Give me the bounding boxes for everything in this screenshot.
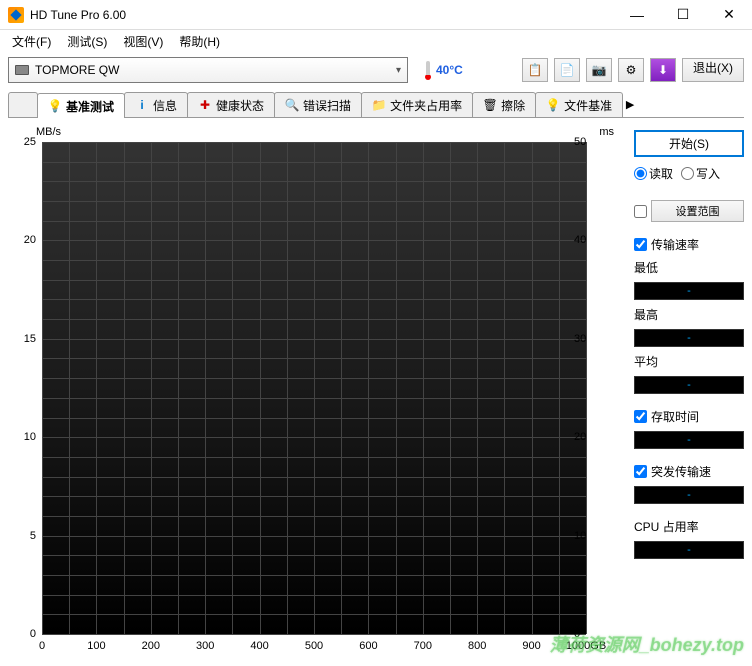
burstrate-checkbox[interactable]	[634, 465, 647, 478]
copy-info-button[interactable]: 📋	[522, 58, 548, 82]
options-button[interactable]: ⚙	[618, 58, 644, 82]
x-tick: 0	[39, 640, 45, 652]
radio-read[interactable]: 读取	[634, 165, 673, 182]
min-label: 最低	[634, 259, 744, 276]
accesstime-value: -	[634, 431, 744, 449]
minimize-button[interactable]: —	[614, 0, 660, 30]
tab-erase[interactable]: 🗑 擦除	[472, 92, 536, 117]
y-right-tick: 30	[574, 333, 592, 345]
disk-icon	[15, 65, 29, 75]
tab-errorscan-label: 错误扫描	[303, 97, 351, 114]
tab-filebench-label: 文件基准	[564, 97, 612, 114]
tabs-more-right[interactable]: ▶	[622, 92, 638, 117]
tab-info-label: 信息	[153, 97, 177, 114]
close-button[interactable]: ✕	[706, 0, 752, 30]
window-title: HD Tune Pro 6.00	[30, 8, 614, 22]
transferrate-label: 传输速率	[651, 236, 699, 253]
menu-help[interactable]: 帮助(H)	[171, 31, 228, 52]
x-tick: 800	[468, 640, 486, 652]
maximize-button[interactable]: ☐	[660, 0, 706, 30]
y-left-tick: 25	[8, 136, 36, 148]
lightbulb-icon: 💡	[546, 98, 560, 112]
benchmark-chart: MB/s ms 0510152025 01020304050 010020030…	[8, 126, 626, 658]
lightbulb-icon: 💡	[48, 99, 62, 113]
menu-test[interactable]: 测试(S)	[59, 31, 115, 52]
tab-errorscan[interactable]: 🔍 错误扫描	[274, 92, 362, 117]
health-icon: ✚	[198, 98, 212, 112]
tab-benchmark[interactable]: 💡 基准测试	[37, 93, 125, 118]
app-icon	[8, 7, 24, 23]
menu-view[interactable]: 视图(V)	[115, 31, 171, 52]
x-tick: 900	[522, 640, 540, 652]
y-right-tick: 10	[574, 530, 592, 542]
tab-health[interactable]: ✚ 健康状态	[187, 92, 275, 117]
accesstime-checkbox[interactable]	[634, 410, 647, 423]
tab-folderusage-label: 文件夹占用率	[390, 97, 462, 114]
y-left-tick: 5	[8, 530, 36, 542]
tab-filebench[interactable]: 💡 文件基准	[535, 92, 623, 117]
avg-label: 平均	[634, 353, 744, 370]
tab-benchmark-label: 基准测试	[66, 98, 114, 115]
min-value: -	[634, 282, 744, 300]
y-left-tick: 15	[8, 333, 36, 345]
info-icon: i	[135, 98, 149, 112]
folder-icon: 📁	[372, 98, 386, 112]
magnifier-icon: 🔍	[285, 98, 299, 112]
tab-folderusage[interactable]: 📁 文件夹占用率	[361, 92, 473, 117]
copy-screenshot-button[interactable]: 📄	[554, 58, 580, 82]
y-right-tick: 20	[574, 431, 592, 443]
temperature-value: 40°C	[436, 63, 463, 77]
y-right-tick: 50	[574, 136, 592, 148]
y-left-tick: 10	[8, 431, 36, 443]
y-left-tick: 0	[8, 628, 36, 640]
cpuusage-label: CPU 占用率	[634, 518, 744, 535]
tab-blank[interactable]	[8, 92, 38, 117]
drive-select[interactable]: TOPMORE QW ▾	[8, 57, 408, 83]
y-left-tick: 20	[8, 234, 36, 246]
x-tick: 400	[250, 640, 268, 652]
save-button[interactable]: ⬇	[650, 58, 676, 82]
y-right-unit: ms	[599, 126, 614, 138]
x-tick: 100	[87, 640, 105, 652]
x-tick: 300	[196, 640, 214, 652]
drive-select-value: TOPMORE QW	[35, 63, 390, 77]
start-button[interactable]: 开始(S)	[634, 130, 744, 157]
burstrate-value: -	[634, 486, 744, 504]
avg-value: -	[634, 376, 744, 394]
x-tick: 600	[359, 640, 377, 652]
radio-write[interactable]: 写入	[681, 165, 720, 182]
accesstime-label: 存取时间	[651, 408, 699, 425]
tab-info[interactable]: i 信息	[124, 92, 188, 117]
burstrate-label: 突发传输速	[651, 463, 711, 480]
screenshot-button[interactable]: 📷	[586, 58, 612, 82]
set-range-button[interactable]: 设置范围	[651, 200, 744, 222]
tab-erase-label: 擦除	[501, 97, 525, 114]
exit-button[interactable]: 退出(X)	[682, 58, 744, 82]
chevron-down-icon: ▾	[396, 65, 401, 76]
range-checkbox[interactable]	[634, 205, 647, 218]
trash-icon: 🗑	[483, 98, 497, 112]
max-value: -	[634, 329, 744, 347]
y-left-unit: MB/s	[36, 126, 61, 138]
x-tick: 200	[142, 640, 160, 652]
thermometer-icon	[424, 60, 432, 80]
y-right-tick: 40	[574, 234, 592, 246]
max-label: 最高	[634, 306, 744, 323]
x-tick: 500	[305, 640, 323, 652]
menu-file[interactable]: 文件(F)	[4, 31, 59, 52]
cpuusage-value: -	[634, 541, 744, 559]
tab-health-label: 健康状态	[216, 97, 264, 114]
watermark: 薄荷资源网_bohezy.top	[550, 631, 744, 657]
x-tick: 700	[414, 640, 432, 652]
transferrate-checkbox[interactable]	[634, 238, 647, 251]
